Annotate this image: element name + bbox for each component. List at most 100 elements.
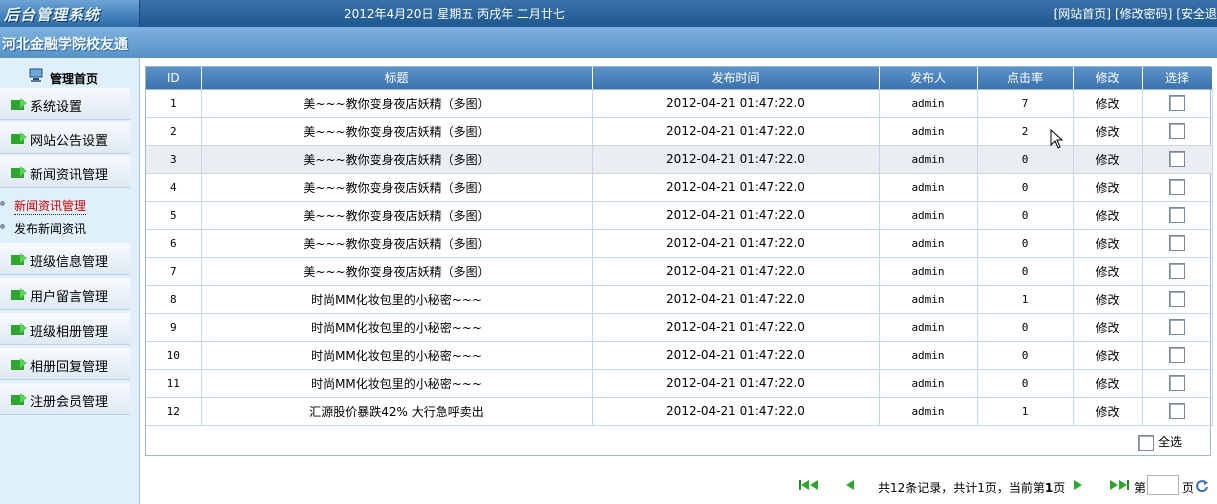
edit-link[interactable]: 修改 (1073, 229, 1143, 258)
edit-link[interactable]: 修改 (1073, 285, 1143, 314)
edit-link[interactable]: 修改 (1073, 257, 1143, 286)
cell-author: admin (879, 117, 978, 146)
top-header: 后台管理系统 2012年4月20日 星期五 丙戌年 二月廿七 [网站首页] [修改… (0, 0, 1217, 27)
edit-link[interactable]: 修改 (1073, 397, 1143, 426)
cell-time: 2012-04-21 01:47:22.0 (592, 397, 880, 426)
sidebar-item-news-management[interactable]: 新闻资讯管理 (0, 156, 130, 188)
sidebar-item-class-info[interactable]: 班级信息管理 (0, 243, 130, 275)
sidebar-item-messages[interactable]: 用户留言管理 (0, 278, 130, 310)
select-all-checkbox[interactable] (1137, 434, 1154, 451)
first-page-icon[interactable] (798, 479, 820, 491)
table-row: 8 时尚MM化妆包里的小秘密~~~ 2012-04-21 01:47:22.0 adm… (146, 285, 1213, 314)
row-checkbox[interactable] (1169, 235, 1185, 251)
folder-arrow-icon (11, 253, 27, 265)
site-name: 河北金融学院校友通 (2, 37, 128, 53)
sidebar-item-members[interactable]: 注册会员管理 (0, 383, 130, 415)
edit-link[interactable]: 修改 (1073, 341, 1143, 370)
edit-link[interactable]: 修改 (1073, 117, 1143, 146)
cell-time: 2012-04-21 01:47:22.0 (592, 341, 880, 370)
cell-author: admin (879, 341, 978, 370)
row-checkbox[interactable] (1169, 375, 1185, 391)
cell-author: admin (879, 229, 978, 258)
sidebar-item-album-replies[interactable]: 相册回复管理 (0, 348, 130, 380)
sidebar-subitem-label: 新闻资讯管理 (14, 199, 87, 215)
row-checkbox[interactable] (1169, 291, 1185, 307)
table-row: 4 美~~~教你变身夜店妖精（多图） 2012-04-21 01:47:22.0 ad… (146, 173, 1213, 202)
cell-select (1142, 145, 1213, 174)
cell-author: admin (879, 173, 978, 202)
column-header-edit: 修改 (1073, 67, 1143, 90)
sidebar-item-label: 用户留言管理 (30, 290, 109, 305)
row-checkbox[interactable] (1169, 95, 1185, 111)
next-page-icon[interactable] (1072, 479, 1084, 491)
row-checkbox[interactable] (1169, 403, 1185, 419)
edit-link[interactable]: 修改 (1073, 201, 1143, 230)
row-checkbox[interactable] (1169, 123, 1185, 139)
cell-time: 2012-04-21 01:47:22.0 (592, 201, 880, 230)
news-table-panel: ID 标题 发布时间 发布人 点击率 修改 选择 1 美~~~教你变身夜店妖精（多… (145, 66, 1213, 456)
date-display: 2012年4月20日 星期五 丙戌年 二月廿七 (344, 7, 565, 21)
sub-header: 河北金融学院校友通 (0, 27, 1217, 58)
row-checkbox[interactable] (1169, 207, 1185, 223)
cell-select (1142, 201, 1213, 230)
row-checkbox[interactable] (1169, 263, 1185, 279)
sidebar-item-notice-settings[interactable]: 网站公告设置 (0, 122, 130, 154)
page-summary: 共12条记录，共计1页，当前第1页 (878, 479, 1065, 496)
last-page-icon[interactable] (1108, 479, 1130, 491)
cell-title[interactable]: 美~~~教你变身夜店妖精（多图） (201, 145, 593, 174)
table-row: 9 时尚MM化妆包里的小秘密~~~ 2012-04-21 01:47:22.0 adm… (146, 313, 1213, 342)
edit-link[interactable]: 修改 (1073, 89, 1143, 118)
edit-link[interactable]: 修改 (1073, 145, 1143, 174)
edit-link[interactable]: 修改 (1073, 313, 1143, 342)
goto-prefix: 第 (1134, 481, 1147, 495)
table-row: 7 美~~~教你变身夜店妖精（多图） 2012-04-21 01:47:22.0 ad… (146, 257, 1213, 286)
cell-title[interactable]: 时尚MM化妆包里的小秘密~~~ (201, 285, 593, 314)
folder-arrow-icon (11, 98, 27, 110)
refresh-icon[interactable] (1195, 479, 1209, 493)
cell-title[interactable]: 时尚MM化妆包里的小秘密~~~ (201, 313, 593, 342)
sidebar-item-system-settings[interactable]: 系统设置 (0, 88, 130, 120)
sidebar-item-class-album[interactable]: 班级相册管理 (0, 313, 130, 345)
cell-author: admin (879, 145, 978, 174)
cell-time: 2012-04-21 01:47:22.0 (592, 89, 880, 118)
cell-author: admin (879, 257, 978, 286)
table-row: 10 时尚MM化妆包里的小秘密~~~ 2012-04-21 01:47:22.0 ad… (146, 341, 1213, 370)
cell-select (1142, 341, 1213, 370)
logout-link[interactable]: [安全退 (1176, 7, 1217, 21)
prev-page-icon[interactable] (844, 479, 856, 491)
edit-link[interactable]: 修改 (1073, 369, 1143, 398)
page-number-input[interactable] (1147, 475, 1179, 495)
cell-title[interactable]: 美~~~教你变身夜店妖精（多图） (201, 173, 593, 202)
cell-title[interactable]: 美~~~教你变身夜店妖精（多图） (201, 257, 593, 286)
cell-title[interactable]: 美~~~教你变身夜店妖精（多图） (201, 89, 593, 118)
sidebar-home[interactable]: 管理首页 (0, 66, 140, 88)
row-checkbox[interactable] (1169, 179, 1185, 195)
site-home-link[interactable]: [网站首页] (1054, 7, 1111, 21)
row-checkbox[interactable] (1169, 319, 1185, 335)
mouse-cursor-icon (1050, 129, 1064, 149)
cell-title[interactable]: 美~~~教你变身夜店妖精（多图） (201, 117, 593, 146)
cell-select (1142, 285, 1213, 314)
cell-title[interactable]: 汇源股价暴跌42% 大行急呼卖出 (201, 397, 593, 426)
cell-clicks: 0 (977, 145, 1074, 174)
folder-arrow-icon (11, 132, 27, 144)
change-password-link[interactable]: [修改密码] (1115, 7, 1172, 21)
row-checkbox[interactable] (1169, 151, 1185, 167)
cell-title[interactable]: 时尚MM化妆包里的小秘密~~~ (201, 369, 593, 398)
cell-clicks: 1 (977, 397, 1074, 426)
cell-id: 6 (146, 229, 202, 258)
cell-clicks: 0 (977, 201, 1074, 230)
cell-select (1142, 173, 1213, 202)
select-all[interactable]: 全选 (1137, 433, 1182, 451)
cell-select (1142, 397, 1213, 426)
logo: 后台管理系统 (0, 0, 140, 27)
cell-clicks: 7 (977, 89, 1074, 118)
table-row: 6 美~~~教你变身夜店妖精（多图） 2012-04-21 01:47:22.0 ad… (146, 229, 1213, 258)
row-checkbox[interactable] (1169, 347, 1185, 363)
edit-link[interactable]: 修改 (1073, 173, 1143, 202)
cell-time: 2012-04-21 01:47:22.0 (592, 257, 880, 286)
cell-title[interactable]: 时尚MM化妆包里的小秘密~~~ (201, 341, 593, 370)
cell-time: 2012-04-21 01:47:22.0 (592, 117, 880, 146)
cell-title[interactable]: 美~~~教你变身夜店妖精（多图） (201, 201, 593, 230)
cell-title[interactable]: 美~~~教你变身夜店妖精（多图） (201, 229, 593, 258)
